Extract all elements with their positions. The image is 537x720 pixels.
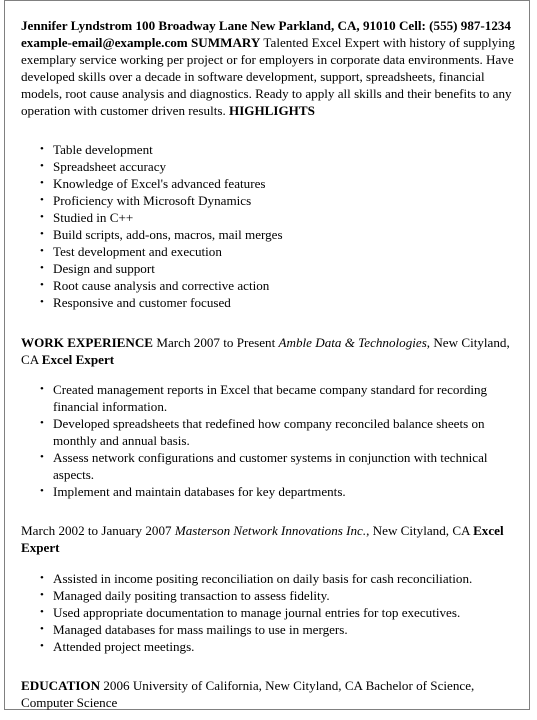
highlight-text: Spreadsheet accuracy bbox=[53, 158, 167, 174]
job-company: Masterson Network Innovations Inc. bbox=[174, 523, 367, 539]
highlight-text: Studied in C++ bbox=[53, 209, 134, 225]
job-bullet-text: Developed spreadsheets that redefined ho… bbox=[53, 415, 485, 448]
list-item: Test development and execution bbox=[21, 243, 523, 260]
list-item: Design and support bbox=[21, 260, 523, 277]
list-item: Assisted in income positing reconciliati… bbox=[21, 570, 523, 587]
job-bullet-text: Created management reports in Excel that… bbox=[53, 381, 488, 414]
list-item: Created management reports in Excel that… bbox=[21, 381, 523, 415]
job-bullet-text: Attended project meetings. bbox=[53, 638, 195, 654]
spacer-after-job-1-heading bbox=[21, 368, 523, 381]
list-item: Developed spreadsheets that redefined ho… bbox=[21, 415, 523, 449]
list-item: Root cause analysis and corrective actio… bbox=[21, 277, 523, 294]
education-heading: EDUCATION bbox=[21, 678, 101, 693]
education-paragraph: EDUCATION 2006 University of California,… bbox=[21, 677, 523, 711]
work-experience-job-2-heading: March 2002 to January 2007 Masterson Net… bbox=[21, 522, 523, 556]
summary-heading: SUMMARY bbox=[191, 35, 261, 51]
candidate-phone: (555) 987-1234 bbox=[429, 18, 511, 33]
list-item: Responsive and customer focused bbox=[21, 294, 523, 311]
list-item: Build scripts, add-ons, macros, mail mer… bbox=[21, 226, 523, 243]
spacer-after-job-2-heading bbox=[21, 557, 523, 570]
candidate-email: example-email@example.com bbox=[21, 35, 188, 51]
job-bullet-text: Assess network configurations and custom… bbox=[53, 450, 488, 483]
job-location: , New Cityland, CA bbox=[366, 523, 470, 539]
job-bullet-text: Used appropriate documentation to manage… bbox=[53, 604, 461, 620]
resume-page: Jennifer Lyndstrom 100 Broadway Lane New… bbox=[0, 0, 537, 720]
job-company: Amble Data & Technologies bbox=[278, 334, 427, 350]
candidate-address: 100 Broadway Lane New Parkland, CA, 9101… bbox=[135, 18, 396, 33]
job-bullet-text: Implement and maintain databases for key… bbox=[53, 484, 346, 500]
highlight-text: Build scripts, add-ons, macros, mail mer… bbox=[53, 227, 283, 243]
highlight-text: Test development and execution bbox=[53, 244, 222, 260]
job-1-bullet-list: Created management reports in Excel that… bbox=[21, 381, 523, 501]
spacer-before-education bbox=[21, 655, 523, 677]
highlights-heading: HIGHLIGHTS bbox=[229, 103, 315, 119]
list-item: Spreadsheet accuracy bbox=[21, 158, 523, 175]
list-item: Knowledge of Excel's advanced features bbox=[21, 175, 523, 192]
highlight-text: Table development bbox=[53, 141, 153, 157]
highlight-text: Proficiency with Microsoft Dynamics bbox=[53, 192, 252, 208]
work-experience-heading: WORK EXPERIENCE bbox=[21, 334, 154, 350]
resume-body: Jennifer Lyndstrom 100 Broadway Lane New… bbox=[21, 17, 523, 711]
highlight-text: Responsive and customer focused bbox=[53, 295, 231, 311]
list-item: Table development bbox=[21, 141, 523, 158]
list-item: Proficiency with Microsoft Dynamics bbox=[21, 192, 523, 209]
education-year: 2006 bbox=[103, 678, 130, 693]
candidate-name: Jennifer Lyndstrom bbox=[21, 18, 133, 33]
job-bullet-text: Managed databases for mass mailings to u… bbox=[53, 621, 348, 637]
highlight-text: Knowledge of Excel's advanced features bbox=[53, 175, 266, 191]
list-item: Managed daily positing transaction to as… bbox=[21, 587, 523, 604]
phone-label: Cell: bbox=[398, 18, 426, 33]
page-border-frame: Jennifer Lyndstrom 100 Broadway Lane New… bbox=[4, 0, 530, 710]
spacer-after-summary bbox=[21, 120, 523, 141]
list-item: Assess network configurations and custom… bbox=[21, 449, 523, 483]
job-2-bullet-list: Assisted in income positing reconciliati… bbox=[21, 570, 523, 656]
list-item: Attended project meetings. bbox=[21, 638, 523, 655]
job-bullet-text: Managed daily positing transaction to as… bbox=[53, 587, 330, 603]
header-and-summary-paragraph: Jennifer Lyndstrom 100 Broadway Lane New… bbox=[21, 17, 523, 120]
job-bullet-text: Assisted in income positing reconciliati… bbox=[53, 570, 473, 586]
list-item: Studied in C++ bbox=[21, 209, 523, 226]
highlight-text: Design and support bbox=[53, 261, 155, 277]
highlight-text: Root cause analysis and corrective actio… bbox=[53, 278, 270, 294]
spacer-before-work-experience bbox=[21, 312, 523, 334]
highlights-list: Table development Spreadsheet accuracy K… bbox=[21, 141, 523, 312]
list-item: Implement and maintain databases for key… bbox=[21, 483, 523, 500]
education-school: University of California, New Cityland, … bbox=[132, 678, 363, 693]
job-title: Excel Expert bbox=[41, 351, 115, 367]
list-item: Used appropriate documentation to manage… bbox=[21, 604, 523, 621]
list-item: Managed databases for mass mailings to u… bbox=[21, 621, 523, 638]
spacer-before-job-2 bbox=[21, 500, 523, 522]
job-dates: March 2002 to January 2007 bbox=[21, 523, 172, 539]
work-experience-job-1-heading: WORK EXPERIENCE March 2007 to Present Am… bbox=[21, 334, 523, 368]
job-dates: March 2007 to Present bbox=[156, 334, 276, 350]
